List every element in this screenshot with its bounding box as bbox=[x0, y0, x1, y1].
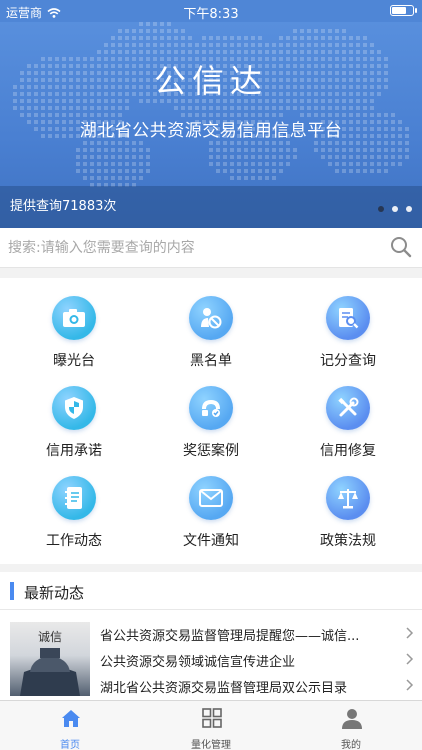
grid-item-policy[interactable]: 政策法规 bbox=[278, 458, 418, 549]
home-icon bbox=[62, 710, 80, 727]
grid-item-label: 信用修复 bbox=[320, 443, 376, 459]
chevron-right-icon bbox=[406, 679, 414, 691]
feature-grid: 曝光台 黑名单 记分查询 信用承诺 奖惩案例 信用修复 工作动态 文件通知 政策… bbox=[0, 278, 422, 564]
notebook-icon bbox=[52, 476, 96, 520]
user-icon bbox=[342, 709, 362, 729]
grid-item-credit-repair[interactable]: 信用修复 bbox=[278, 368, 418, 459]
grid-item-label: 政策法规 bbox=[320, 533, 376, 549]
battery-icon bbox=[390, 5, 417, 16]
grid-item-reward-punish[interactable]: 奖惩案例 bbox=[141, 368, 281, 459]
sculpture-image bbox=[20, 648, 80, 696]
grid-item-blacklist[interactable]: 黑名单 bbox=[141, 278, 281, 369]
reward-punish-icon bbox=[189, 386, 233, 430]
bottom-tab-bar: 首页 量化管理 我的 bbox=[0, 700, 422, 750]
carousel-dots[interactable] bbox=[378, 206, 412, 212]
repair-tools-icon bbox=[326, 386, 370, 430]
tab-mine[interactable]: 我的 bbox=[281, 701, 421, 750]
grid-item-label: 曝光台 bbox=[53, 353, 95, 369]
grid-item-score-query[interactable]: 记分查询 bbox=[278, 278, 418, 369]
grid-item-work-news[interactable]: 工作动态 bbox=[4, 458, 144, 549]
news-item-title: 湖北省公共资源交易监督管理局双公示目录 bbox=[100, 681, 348, 696]
news-item[interactable]: 省公共资源交易监督管理局提醒您——诚信... bbox=[100, 622, 416, 646]
news-section-title: 最新动态 bbox=[24, 584, 85, 602]
news-item[interactable]: 湖北省公共资源交易监督管理局双公示目录 bbox=[100, 674, 416, 698]
app-title: 公信达 bbox=[153, 62, 268, 100]
grid-item-label: 奖惩案例 bbox=[183, 443, 239, 459]
grid-item-credit-promise[interactable]: 信用承诺 bbox=[4, 368, 144, 459]
app-subtitle: 湖北省公共资源交易信用信息平台 bbox=[79, 121, 343, 141]
query-count: 提供查询71883次 bbox=[10, 199, 117, 214]
tab-quant-management[interactable]: 量化管理 bbox=[141, 701, 281, 750]
search-input[interactable]: 搜索:请输入您需要查询的内容 bbox=[8, 237, 195, 257]
grid-item-file-notice[interactable]: 文件通知 bbox=[141, 458, 281, 549]
grid-item-label: 文件通知 bbox=[183, 533, 239, 549]
carousel-dot[interactable] bbox=[378, 206, 384, 212]
latest-news-section: 最新动态 诚信 省公共资源交易监督管理局提醒您——诚信... 公共资源交易领域诚… bbox=[0, 572, 422, 700]
tab-label: 我的 bbox=[341, 740, 361, 750]
status-bar: 运营商 下午8:33 bbox=[0, 0, 422, 22]
grid-item-label: 记分查询 bbox=[320, 353, 376, 369]
news-item-title: 公共资源交易领域诚信宣传进企业 bbox=[100, 655, 296, 670]
grid-item-label: 工作动态 bbox=[46, 533, 102, 549]
shield-icon bbox=[52, 386, 96, 430]
section-accent-bar bbox=[10, 582, 14, 600]
grid-item-exposure[interactable]: 曝光台 bbox=[4, 278, 144, 369]
search-icon[interactable] bbox=[390, 236, 412, 258]
news-item-title: 省公共资源交易监督管理局提醒您——诚信... bbox=[100, 629, 360, 644]
scales-icon bbox=[326, 476, 370, 520]
news-header: 最新动态 bbox=[0, 572, 422, 610]
score-search-icon bbox=[326, 296, 370, 340]
blacklist-user-icon bbox=[189, 296, 233, 340]
tab-label: 首页 bbox=[60, 740, 80, 750]
chevron-right-icon bbox=[406, 653, 414, 665]
carousel-dot[interactable] bbox=[406, 206, 412, 212]
status-time: 下午8:33 bbox=[183, 7, 239, 22]
news-thumbnail[interactable]: 诚信 bbox=[10, 622, 90, 696]
tab-label: 量化管理 bbox=[191, 740, 231, 750]
chevron-right-icon bbox=[406, 627, 414, 639]
carousel-dot[interactable] bbox=[392, 206, 398, 212]
tab-home[interactable]: 首页 bbox=[0, 701, 140, 750]
news-item[interactable]: 公共资源交易领域诚信宣传进企业 bbox=[100, 648, 416, 672]
camera-icon bbox=[52, 296, 96, 340]
banner-carousel[interactable]: 公信达 湖北省公共资源交易信用信息平台 提供查询71883次 bbox=[0, 0, 422, 228]
search-bar[interactable]: 搜索:请输入您需要查询的内容 bbox=[0, 228, 422, 268]
grid-item-label: 信用承诺 bbox=[46, 443, 102, 459]
grid-item-label: 黑名单 bbox=[190, 353, 232, 369]
mail-icon bbox=[189, 476, 233, 520]
grid-apps-icon bbox=[202, 708, 222, 728]
